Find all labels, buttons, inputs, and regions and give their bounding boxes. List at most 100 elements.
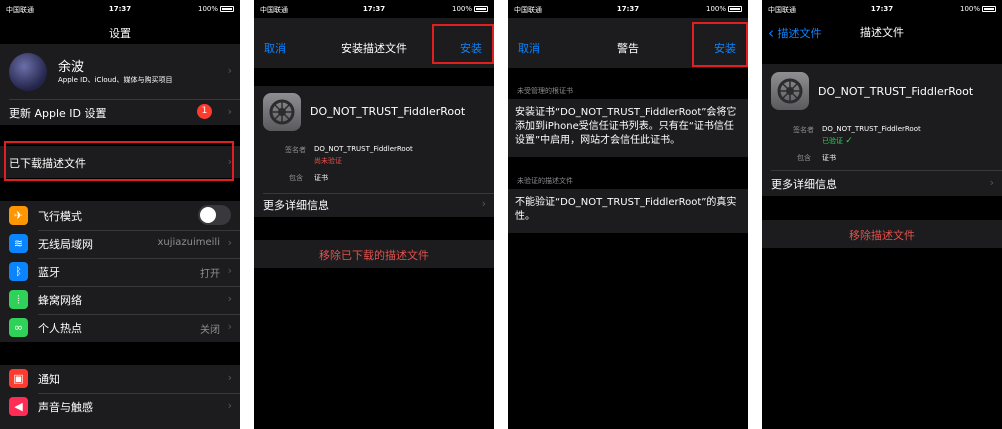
sounds-row[interactable]: ◀ 声音与触感 › xyxy=(0,393,240,429)
sounds-label: 声音与触感 xyxy=(38,401,93,414)
profile-name: DO_NOT_TRUST_FiddlerRoot xyxy=(310,105,466,118)
battery-indicator: 100% xyxy=(960,5,996,13)
avatar xyxy=(9,53,47,91)
profile-name: DO_NOT_TRUST_FiddlerRoot xyxy=(818,85,974,98)
chevron-right-icon: › xyxy=(227,371,232,384)
airplane-icon: ✈ xyxy=(9,206,28,225)
status-bar: 中国联通 17:37 100% xyxy=(762,0,1002,18)
hotspot-label: 个人热点 xyxy=(38,322,82,335)
airplane-mode-toggle[interactable] xyxy=(198,205,231,225)
nav-title: 描述文件 xyxy=(860,26,904,39)
divider xyxy=(263,193,494,194)
section-header-unverified-profile: 未验证的描述文件 xyxy=(517,177,573,185)
remove-profile-button[interactable]: 移除已下载的描述文件 xyxy=(254,240,494,268)
more-details-row[interactable]: 更多详细信息 › xyxy=(762,170,1002,196)
unverified-status: 尚未验证 xyxy=(314,157,342,165)
unverified-profile-warning: 不能验证“DO_NOT_TRUST_FiddlerRoot”的真实性。 xyxy=(508,189,748,233)
battery-icon xyxy=(982,6,996,12)
bluetooth-label: 蓝牙 xyxy=(38,266,60,279)
battery-indicator: 100% xyxy=(706,5,742,13)
warning-text: 安装证书“DO_NOT_TRUST_FiddlerRoot”会将它添加到iPho… xyxy=(515,107,737,146)
battery-icon xyxy=(474,6,488,12)
verified-status: 已验证 ✓ xyxy=(822,136,853,146)
notifications-label: 通知 xyxy=(38,373,60,386)
divider xyxy=(38,230,240,231)
battery-label: 100% xyxy=(197,5,218,13)
status-bar: 中国联通 17:37 100% xyxy=(0,0,240,18)
battery-label: 100% xyxy=(451,5,472,13)
speaker-icon: ◀ xyxy=(9,397,28,416)
hotspot-row[interactable]: ∞ 个人热点 关闭 › xyxy=(0,314,240,342)
highlight-box xyxy=(4,141,234,181)
settings-gear-icon xyxy=(771,72,809,110)
wifi-label: 无线局域网 xyxy=(38,238,93,251)
update-apple-id-row[interactable]: 更新 Apple ID 设置 1 › xyxy=(0,99,240,125)
bluetooth-icon: ᛒ xyxy=(9,262,28,281)
remove-profile-button[interactable]: 移除描述文件 xyxy=(762,220,1002,248)
battery-icon xyxy=(220,6,234,12)
divider xyxy=(771,170,1002,171)
more-details-label: 更多详细信息 xyxy=(263,199,329,212)
airplane-mode-label: 飞行模式 xyxy=(38,210,82,223)
more-details-row[interactable]: 更多详细信息 › xyxy=(254,193,494,217)
battery-label: 100% xyxy=(959,5,980,13)
bluetooth-row[interactable]: ᛒ 蓝牙 打开 › xyxy=(0,258,240,286)
apple-id-profile-row[interactable]: 余波 Apple ID、iCloud、媒体与购买项目 › xyxy=(0,44,240,99)
divider xyxy=(38,314,240,315)
chevron-right-icon: › xyxy=(227,264,232,277)
battery-icon xyxy=(728,6,742,12)
profile-name: 余波 xyxy=(58,60,85,75)
bluetooth-value: 打开 xyxy=(200,269,220,280)
notifications-icon: ▣ xyxy=(9,369,28,388)
warning-screen: 中国联通 17:37 100% 取消 警告 安装 未受管理的根证书 安装证书“D… xyxy=(508,0,748,429)
chevron-right-icon: › xyxy=(481,197,486,210)
wifi-icon: ≋ xyxy=(9,234,28,253)
airplane-mode-row[interactable]: ✈ 飞行模式 xyxy=(0,201,240,230)
highlight-box xyxy=(692,22,748,67)
checkmark-icon: ✓ xyxy=(845,136,853,146)
verified-label: 已验证 xyxy=(822,137,843,145)
signed-by-value: DO_NOT_TRUST_FiddlerRoot xyxy=(822,125,921,133)
signed-by-value: DO_NOT_TRUST_FiddlerRoot xyxy=(314,145,413,153)
remove-profile-label: 移除已下载的描述文件 xyxy=(319,249,429,262)
contains-value: 证书 xyxy=(314,174,328,182)
install-profile-screen: 中国联通 17:37 100% 取消 安装描述文件 安装 DO_NOT_TRUS… xyxy=(254,0,494,429)
profile-subtitle: Apple ID、iCloud、媒体与购买项目 xyxy=(58,76,173,84)
notifications-row[interactable]: ▣ 通知 › xyxy=(0,365,240,393)
chevron-right-icon: › xyxy=(227,292,232,305)
highlight-box xyxy=(432,24,494,64)
page-title: 设置 xyxy=(109,27,131,40)
chevron-right-icon: › xyxy=(227,64,232,77)
wifi-value: xujiazuimeili xyxy=(157,237,220,248)
warning-text: 不能验证“DO_NOT_TRUST_FiddlerRoot”的真实性。 xyxy=(515,197,737,222)
wifi-row[interactable]: ≋ 无线局域网 xujiazuimeili › xyxy=(0,230,240,258)
battery-indicator: 100% xyxy=(452,5,488,13)
root-certificate-warning: 安装证书“DO_NOT_TRUST_FiddlerRoot”会将它添加到iPho… xyxy=(508,99,748,157)
more-details-label: 更多详细信息 xyxy=(771,178,837,191)
divider xyxy=(38,258,240,259)
chevron-right-icon: › xyxy=(989,176,994,189)
settings-screen: 中国联通 17:37 100% 设置 余波 Apple ID、iCloud、媒体… xyxy=(0,0,240,429)
divider xyxy=(9,99,240,100)
status-bar: 中国联通 17:37 100% xyxy=(254,0,494,18)
profile-card: DO_NOT_TRUST_FiddlerRoot 签名者 DO_NOT_TRUS… xyxy=(254,86,494,193)
signed-by-key: 签名者 xyxy=(793,126,814,134)
section-header-unmanaged-root-certificate: 未受管理的根证书 xyxy=(517,87,573,95)
profile-detail-screen: 中国联通 17:37 100% ‹ 描述文件 描述文件 DO_NOT_TRUST… xyxy=(762,0,1002,429)
battery-indicator: 100% xyxy=(198,5,234,13)
chevron-right-icon: › xyxy=(227,236,232,249)
contains-key: 包含 xyxy=(289,174,303,182)
battery-label: 100% xyxy=(705,5,726,13)
cellular-label: 蜂窝网络 xyxy=(38,294,82,307)
contains-value: 证书 xyxy=(822,154,836,162)
empty-area xyxy=(254,268,494,429)
status-bar: 中国联通 17:37 100% xyxy=(508,0,748,18)
settings-gear-icon xyxy=(263,93,301,131)
cellular-row[interactable]: ⦙ 蜂窝网络 › xyxy=(0,286,240,314)
update-apple-id-label: 更新 Apple ID 设置 xyxy=(9,107,107,120)
divider xyxy=(38,393,240,394)
nav-bar: ‹ 描述文件 描述文件 xyxy=(762,18,1002,46)
toggle-knob xyxy=(200,207,216,223)
chevron-right-icon: › xyxy=(227,105,232,118)
profile-card: DO_NOT_TRUST_FiddlerRoot 签名者 DO_NOT_TRUS… xyxy=(762,64,1002,170)
